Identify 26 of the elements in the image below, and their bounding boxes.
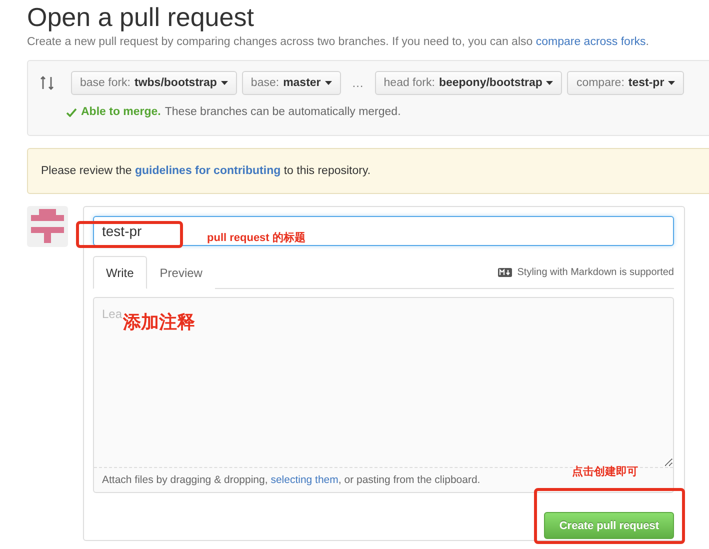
separator-dots: …: [350, 76, 365, 90]
notice-text: Please review the guidelines for contributing to this repository.: [41, 165, 371, 177]
caret-icon: [546, 81, 554, 85]
branch-select[interactable]: head fork: beepony/bootstrap: [374, 71, 562, 95]
select-files-link[interactable]: selecting them: [270, 474, 338, 486]
guidelines-link[interactable]: guidelines for contributing: [134, 165, 281, 177]
compare-forks-link[interactable]: compare across forks: [536, 36, 646, 48]
caret-icon: [324, 81, 332, 85]
branch-select[interactable]: base fork: twbs/bootstrap: [71, 71, 237, 95]
page-description: Create a new pull request by comparing changes across two branches. If you need to, you can also compare across forks.: [27, 36, 650, 48]
page-title: Open a pull request: [27, 1, 255, 32]
caret-icon: [220, 81, 228, 85]
annotation-label: 点击创建即可: [572, 464, 638, 479]
attach-hint: Attach files by dragging & dropping, selecting them, or pasting from the clipboard.: [101, 473, 482, 488]
editor-tab[interactable]: Write: [93, 256, 147, 289]
caret-icon: [668, 81, 676, 85]
avatar-icon: [27, 206, 68, 247]
merge-message: These branches can be automatically merged.: [164, 106, 401, 118]
compare-arrows-icon: [40, 76, 54, 90]
branch-select[interactable]: base: master: [242, 71, 341, 95]
branch-select[interactable]: compare: test-pr: [567, 71, 684, 95]
annotation-label: pull request 的标题: [207, 230, 306, 245]
markdown-icon: [498, 268, 512, 277]
annotation-label: 添加注释: [123, 312, 195, 334]
merge-status: Able to merge.: [81, 106, 161, 118]
markdown-hint: Styling with Markdown is supported: [517, 267, 674, 278]
